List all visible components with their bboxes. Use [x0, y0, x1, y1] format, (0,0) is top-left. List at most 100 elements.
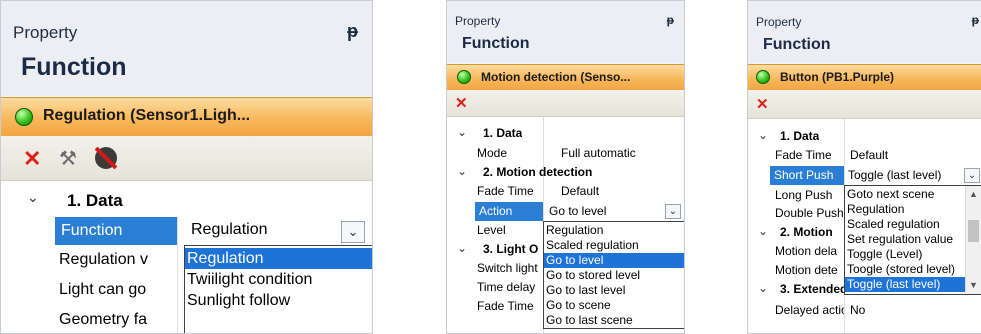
dropdown-option[interactable]: Go to stored level — [544, 268, 684, 283]
property-value[interactable]: Default — [561, 184, 599, 198]
chevron-down-icon[interactable]: ⌄ — [457, 164, 467, 178]
dropdown-option[interactable]: Twiilight condition — [185, 269, 372, 290]
scroll-thumb[interactable] — [968, 220, 979, 242]
dropdown-option[interactable]: Toogle (stored level) — [845, 262, 965, 277]
property-value[interactable]: No — [850, 303, 865, 317]
property-value[interactable]: Go to level — [549, 204, 606, 218]
dropdown-option[interactable]: Sunlight follow — [185, 290, 372, 311]
property-key: Switch light — [477, 261, 538, 275]
delete-icon[interactable]: ✕ — [23, 146, 41, 172]
category-label: 1. Data — [67, 191, 123, 210]
selected-object-label: Motion detection (Senso... — [481, 70, 631, 84]
status-green-icon — [457, 70, 471, 84]
property-value[interactable]: Toggle (last level) — [848, 168, 941, 182]
pin-icon[interactable]: ᵽ — [347, 21, 358, 42]
status-green-icon — [756, 70, 770, 84]
property-key: Mode — [477, 146, 508, 160]
dropdown-option[interactable]: Go to last scene — [544, 313, 684, 328]
dropdown-button[interactable]: ⌄ — [341, 221, 365, 243]
delete-icon[interactable]: ✕ — [455, 94, 468, 112]
tools-icon[interactable]: ⚒ — [59, 146, 77, 171]
category-label: 2. Motion — [780, 225, 833, 239]
dropdown-option[interactable]: Go to level — [544, 253, 684, 268]
function-title: Function — [763, 36, 831, 53]
short-push-dropdown-list[interactable]: Goto next scene Regulation Scaled regula… — [844, 185, 981, 295]
dropdown-button[interactable]: ⌄ — [964, 168, 980, 183]
scroll-up-icon[interactable]: ▲ — [969, 187, 978, 202]
toolbar: ✕ — [447, 90, 684, 117]
dropdown-option[interactable]: Regulation — [185, 248, 372, 269]
category-label: 2. Motion detection — [483, 165, 593, 179]
property-row[interactable]: Fade Time Default — [748, 147, 981, 165]
property-key: Geometry fa — [59, 311, 148, 328]
property-key: Motion dete — [775, 263, 838, 277]
property-key: Long Push — [775, 188, 833, 202]
property-row[interactable]: Fade Time Default — [447, 183, 684, 201]
dropdown-option[interactable]: Set regulation value — [845, 232, 965, 247]
selected-object-label: Button (PB1.Purple) — [780, 70, 894, 84]
category-label: 3. Light O — [483, 242, 539, 256]
function-title: Function — [462, 35, 530, 52]
dropdown-option[interactable]: Goto next scene — [845, 187, 965, 202]
action-dropdown-list[interactable]: Regulation Scaled regulation Go to level… — [543, 221, 684, 329]
property-panel-2: Property ᵽ Function Motion detection (Se… — [446, 0, 685, 334]
category-label: 1. Data — [483, 126, 523, 140]
dropdown-option[interactable]: Toggle (Level) — [845, 247, 965, 262]
chevron-down-icon[interactable]: ⌄ — [758, 128, 768, 142]
pin-icon[interactable]: ᵽ — [972, 13, 979, 27]
category-row[interactable]: ⌄ 2. Motion detection — [447, 164, 684, 182]
selected-object-label: Regulation (Sensor1.Ligh... — [43, 107, 251, 124]
panel-title: Property — [13, 23, 78, 42]
dropdown-option[interactable]: Go to last level — [544, 283, 684, 298]
panel-title: Property — [756, 15, 802, 29]
property-key: Fade Time — [775, 148, 832, 162]
chevron-down-icon[interactable]: ⌄ — [457, 241, 467, 255]
category-row[interactable]: ⌄ 1. Data — [447, 125, 684, 143]
property-row[interactable]: Delayed actior No — [748, 302, 981, 320]
toolbar: ✕ — [748, 90, 981, 119]
property-value[interactable]: Full automatic — [561, 146, 636, 160]
globe-disable-icon[interactable] — [94, 146, 118, 170]
chevron-down-icon[interactable]: ⌄ — [758, 224, 768, 238]
property-value[interactable]: Default — [850, 148, 888, 162]
function-title: Function — [21, 53, 127, 81]
function-dropdown-list[interactable]: Regulation Twiilight condition Sunlight … — [184, 245, 372, 333]
property-grid: ⌄ 1. Data Mode Full automatic ⌄ 2. Motio… — [447, 117, 684, 333]
delete-icon[interactable]: ✕ — [756, 95, 769, 113]
selected-object-bar[interactable]: Button (PB1.Purple) — [748, 64, 981, 91]
dropdown-option[interactable]: Go to scene — [544, 298, 684, 313]
selected-object-bar[interactable]: Motion detection (Senso... — [447, 64, 684, 91]
property-key: Short Push — [770, 166, 844, 185]
property-key: Fade Time — [477, 184, 534, 198]
category-row[interactable]: ⌄ 1. Data — [1, 187, 372, 215]
dropdown-option[interactable]: Scaled regulation — [544, 238, 684, 253]
property-row-action[interactable]: Action Go to level ⌄ — [447, 202, 684, 221]
property-value[interactable]: Regulation — [191, 221, 268, 239]
dropdown-option[interactable]: Toggle (last level) — [845, 277, 965, 292]
dropdown-option[interactable]: Regulation — [845, 202, 965, 217]
chevron-down-icon[interactable]: ⌄ — [457, 125, 467, 139]
property-row-short-push[interactable]: Short Push Toggle (last level) ⌄ — [748, 166, 981, 185]
property-key: Delayed actior — [775, 303, 844, 317]
property-grid: ⌄ 1. Data Function Regulation ⌄ Regulati… — [1, 181, 372, 333]
chevron-down-icon[interactable]: ⌄ — [758, 281, 768, 295]
property-key: Action — [475, 202, 543, 221]
property-key: Regulation v — [59, 251, 148, 268]
dropdown-option[interactable]: Scaled regulation — [845, 217, 965, 232]
dropdown-button[interactable]: ⌄ — [665, 204, 681, 219]
property-row-function[interactable]: Function Regulation ⌄ — [1, 217, 372, 245]
category-row[interactable]: ⌄ 1. Data — [748, 128, 981, 146]
toolbar: ✕ ⚒ — [1, 136, 372, 181]
category-label: 1. Data — [780, 129, 820, 143]
dropdown-option[interactable]: Regulation — [544, 223, 684, 238]
property-row[interactable]: Mode Full automatic — [447, 145, 684, 163]
selected-object-bar[interactable]: Regulation (Sensor1.Ligh... — [1, 97, 372, 137]
pin-icon[interactable]: ᵽ — [667, 13, 674, 27]
property-key: Fade Time — [477, 299, 534, 313]
chevron-down-icon[interactable]: ⌄ — [27, 189, 39, 206]
property-grid: ⌄ 1. Data Fade Time Default Short Push T… — [748, 119, 981, 333]
dropdown-scrollbar[interactable]: ▲ ▼ — [965, 186, 981, 294]
panel-header: Property ᵽ Function — [447, 1, 684, 63]
panel-header: Property ᵽ Function — [748, 1, 981, 63]
scroll-down-icon[interactable]: ▼ — [969, 278, 978, 293]
